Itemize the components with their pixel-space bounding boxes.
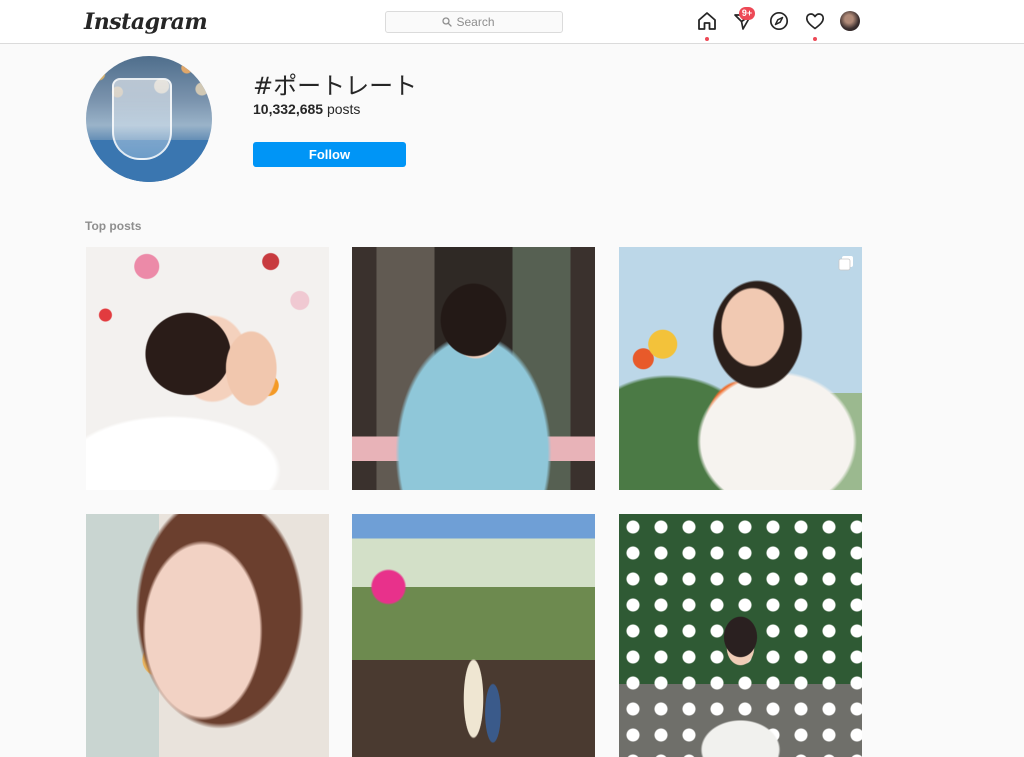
post-thumbnail[interactable]: [352, 247, 595, 490]
compass-icon: [769, 11, 789, 31]
post-thumbnail[interactable]: [86, 247, 329, 490]
post-thumbnail[interactable]: [86, 514, 329, 757]
nav-icons: 9+: [696, 7, 860, 41]
instagram-logo[interactable]: Instagram: [84, 9, 208, 35]
notification-badge: 9+: [739, 7, 755, 20]
home-button[interactable]: [696, 10, 718, 41]
top-posts-label: Top posts: [85, 219, 142, 233]
heart-icon: [805, 13, 825, 30]
hashtag-profile-image: [86, 56, 212, 182]
direct-messages-button[interactable]: 9+: [732, 7, 755, 32]
post-count: 10,332,685 posts: [253, 101, 360, 117]
post-count-suffix: posts: [326, 101, 361, 117]
follow-button[interactable]: Follow: [253, 142, 406, 167]
activity-button[interactable]: [804, 10, 826, 41]
post-thumbnail[interactable]: [619, 247, 862, 490]
post-thumbnail[interactable]: [619, 514, 862, 757]
search-input[interactable]: [456, 15, 507, 29]
activity-notification-dot: [813, 37, 817, 41]
hashtag-title: #ポートレート: [253, 72, 418, 100]
top-navigation-bar: Instagram 9+: [0, 0, 1024, 44]
home-notification-dot: [705, 37, 709, 41]
search-icon: [441, 17, 452, 27]
home-icon: [698, 12, 716, 30]
explore-button[interactable]: [768, 10, 790, 32]
search-box[interactable]: [385, 11, 563, 33]
multiple-posts-icon: [838, 256, 853, 271]
avatar[interactable]: [840, 11, 860, 31]
post-thumbnail[interactable]: [352, 514, 595, 757]
post-count-number: 10,332,685: [253, 101, 324, 117]
